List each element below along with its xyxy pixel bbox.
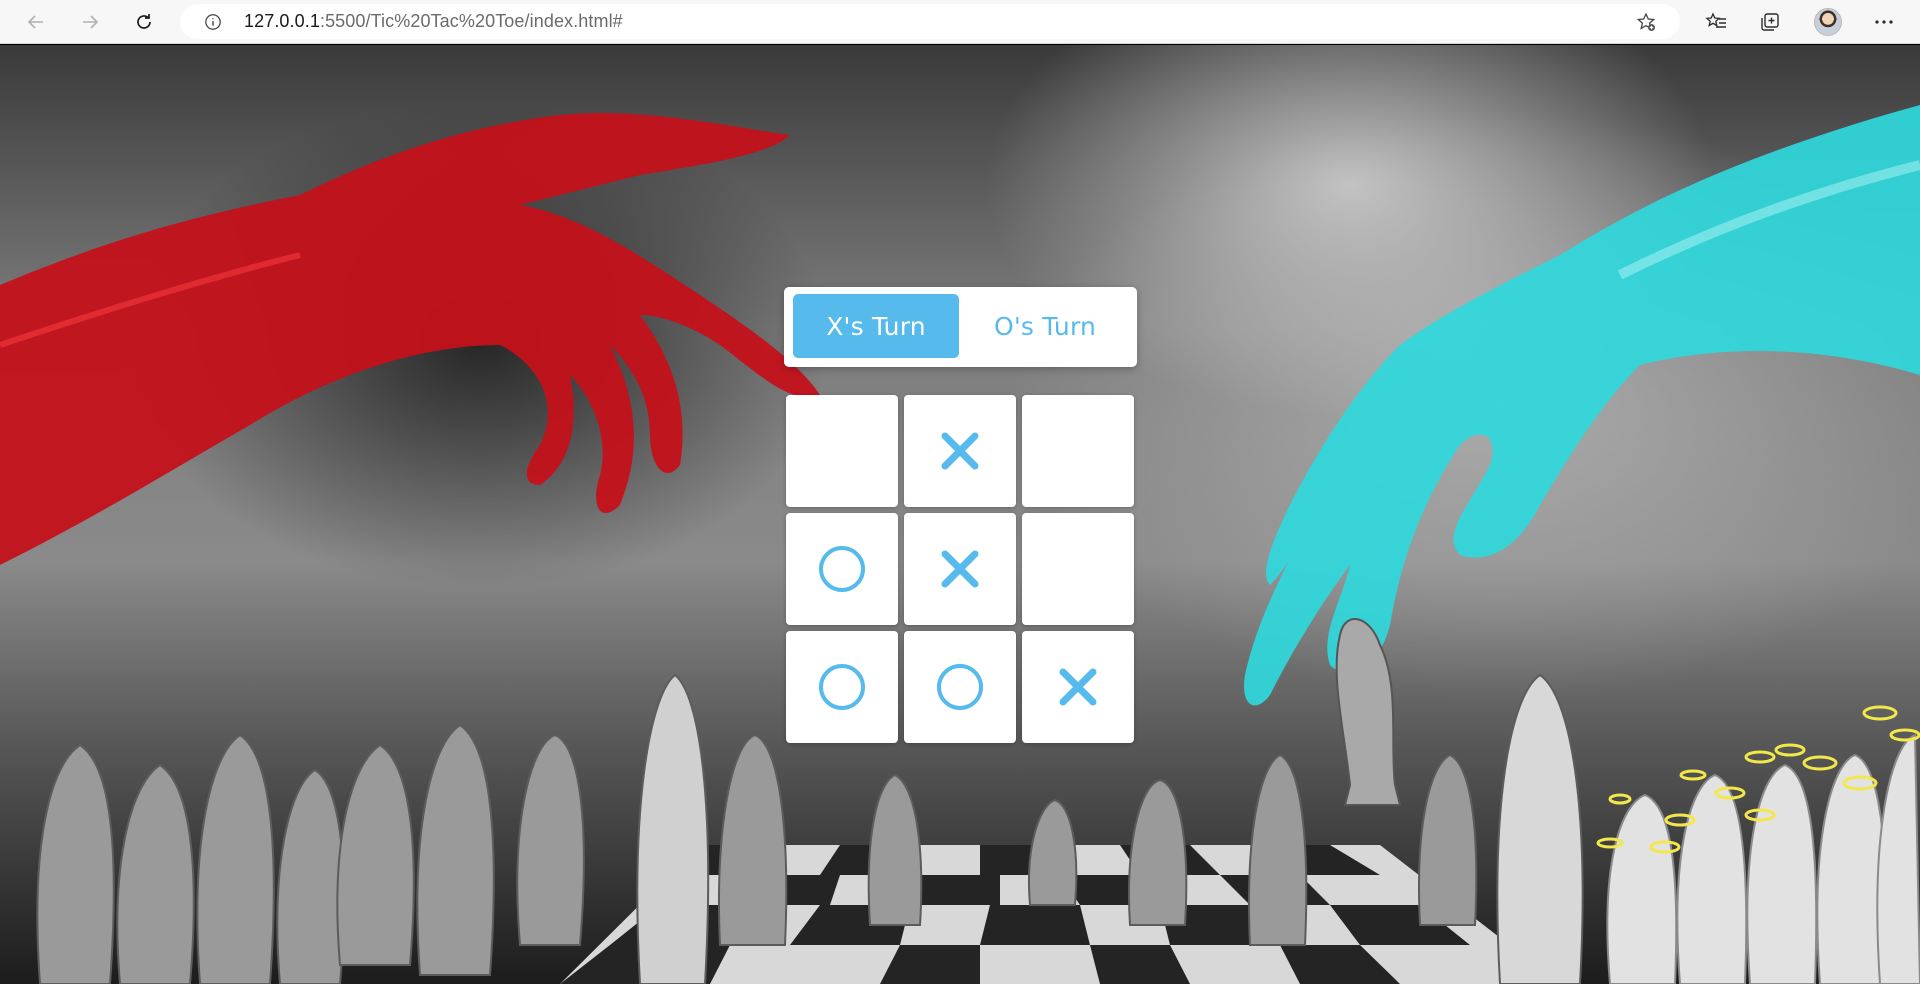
browser-toolbar: 127.0.0.1:5500/Tic%20Tac%20Toe/index.htm… [0, 0, 1920, 44]
more-icon [1875, 20, 1893, 24]
url-path: :5500/Tic%20Tac%20Toe/index.html# [319, 11, 623, 31]
board-cell-1[interactable] [786, 395, 898, 507]
o-mark-icon [937, 664, 983, 710]
game-board [786, 395, 1135, 744]
x-mark-icon [941, 550, 979, 588]
collections-button[interactable] [1754, 6, 1786, 38]
o-mark-icon [819, 546, 865, 592]
address-bar[interactable]: 127.0.0.1:5500/Tic%20Tac%20Toe/index.htm… [180, 4, 1680, 39]
pawn-figures-right [1606, 733, 1920, 984]
page-body: X's Turn O's Turn [0, 45, 1920, 984]
favorites-button[interactable] [1700, 6, 1732, 38]
turn-indicator: X's Turn O's Turn [784, 287, 1137, 367]
forward-button[interactable] [74, 6, 106, 38]
board-cell-8[interactable] [904, 631, 1016, 743]
x-mark-icon [941, 432, 979, 470]
url-text[interactable]: 127.0.0.1:5500/Tic%20Tac%20Toe/index.htm… [244, 11, 623, 32]
favorites-icon [1705, 12, 1726, 28]
board-cell-5[interactable] [904, 513, 1016, 625]
back-arrow-icon [27, 15, 43, 29]
board-cell-7[interactable] [786, 631, 898, 743]
refresh-icon [137, 14, 151, 29]
board-cell-2[interactable] [904, 395, 1016, 507]
held-chess-piece [1335, 618, 1402, 806]
collections-icon [1761, 13, 1779, 31]
profile-avatar[interactable] [1814, 8, 1842, 36]
board-cell-6[interactable] [1022, 513, 1134, 625]
x-turn-label[interactable]: X's Turn [793, 294, 959, 358]
info-icon[interactable] [198, 7, 228, 37]
forward-arrow-icon [83, 15, 99, 29]
more-button[interactable] [1868, 6, 1900, 38]
o-mark-icon [819, 664, 865, 710]
refresh-button[interactable] [128, 6, 160, 38]
add-favorite-button[interactable] [1632, 8, 1660, 36]
x-mark-icon [1059, 668, 1097, 706]
add-favorite-icon [1636, 12, 1656, 31]
board-cell-3[interactable] [1022, 395, 1134, 507]
o-turn-label[interactable]: O's Turn [962, 294, 1128, 358]
board-cell-4[interactable] [786, 513, 898, 625]
url-host: 127.0.0.1 [244, 11, 320, 31]
back-button[interactable] [20, 6, 52, 38]
red-hand [0, 113, 820, 565]
board-cell-9[interactable] [1022, 631, 1134, 743]
